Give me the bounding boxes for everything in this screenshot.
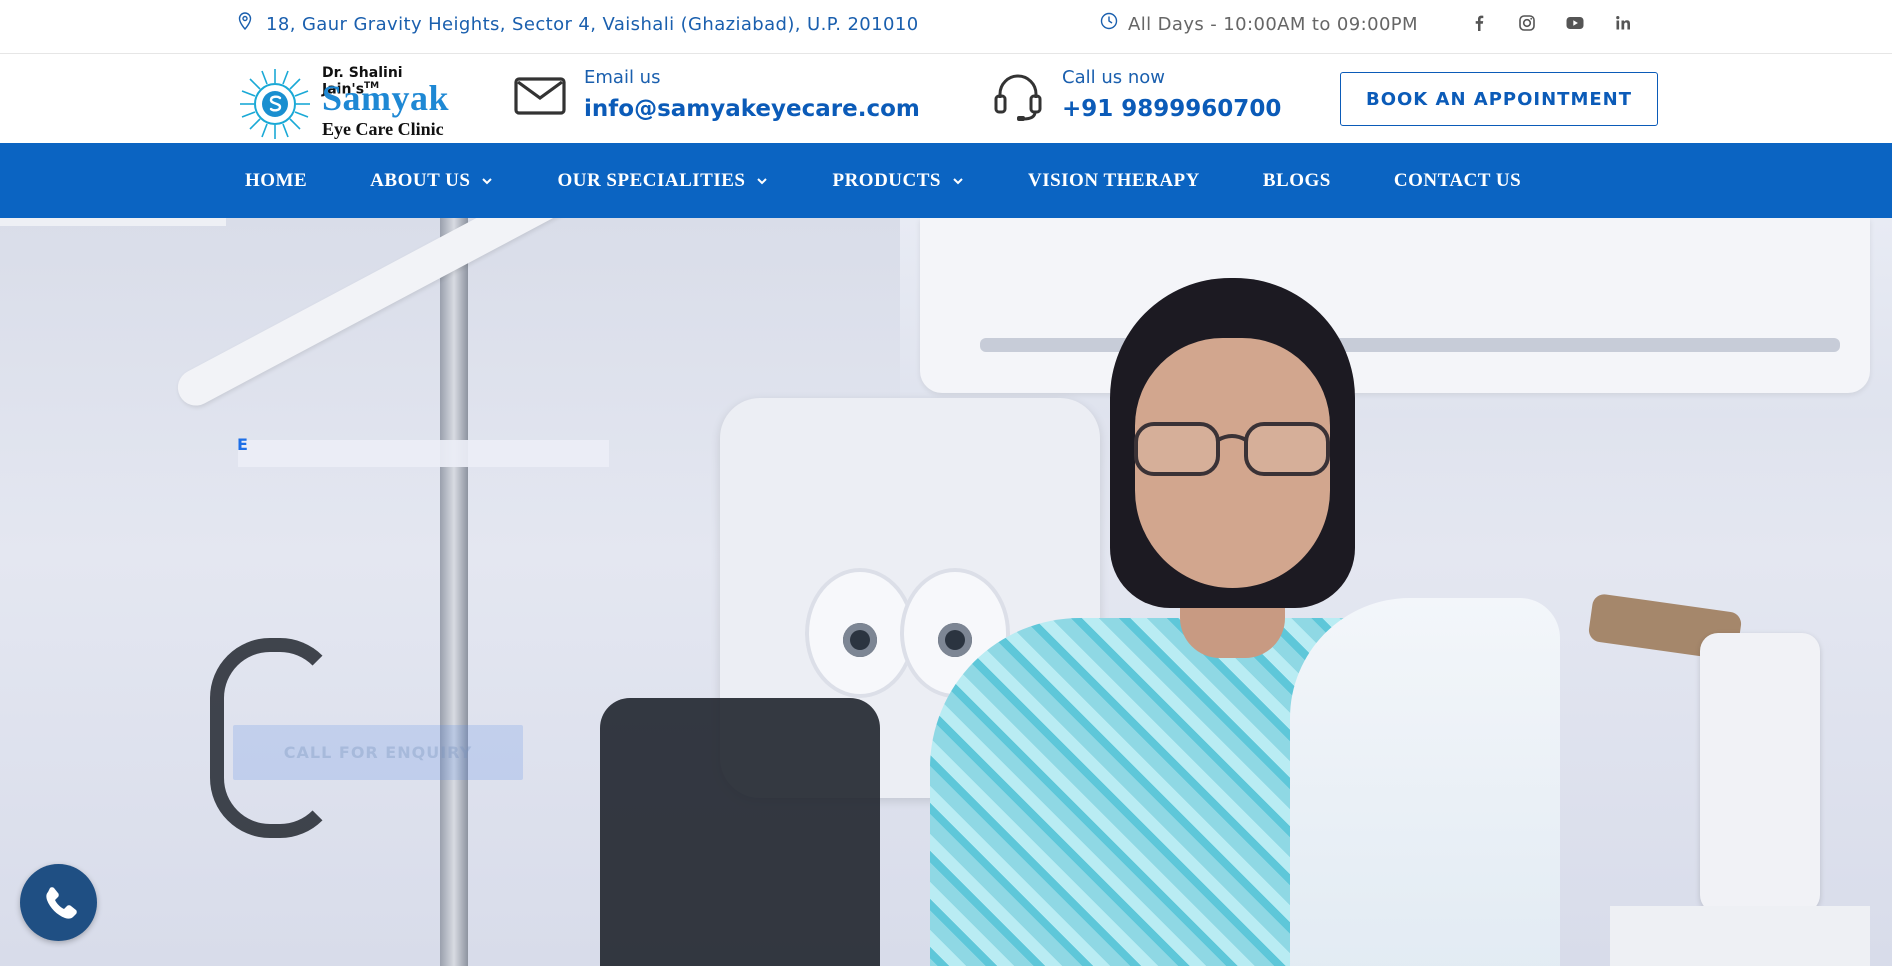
logo-subtitle: Eye Care Clinic (322, 119, 444, 139)
email-link[interactable]: info@samyakeyecare.com (584, 91, 920, 127)
nav-item-our-specialities[interactable]: OUR SPECIALITIES (557, 170, 769, 192)
envelope-icon (512, 68, 568, 124)
nav-item-home[interactable]: HOME (245, 170, 307, 192)
social-links (1468, 12, 1634, 34)
nav-specialities-label: OUR SPECIALITIES (557, 169, 746, 191)
hours-text: All Days - 10:00AM to 09:00PM (1128, 13, 1418, 35)
chevron-down-icon (480, 174, 494, 188)
book-appointment-button[interactable]: BOOK AN APPOINTMENT (1340, 72, 1658, 126)
nav-about-label: ABOUT US (370, 169, 471, 191)
site-header: Dr. Shalini Jain'sTM Samyak Eye Care Cli… (0, 55, 1892, 143)
hero-title-placeholder (238, 440, 609, 467)
nav-home-label: HOME (245, 169, 308, 191)
hero-slit-lamp (1587, 553, 1890, 966)
hero-doctor-dupatta (1290, 598, 1560, 966)
call-for-enquiry-button[interactable]: CALL FOR ENQUIRY (233, 725, 523, 780)
main-nav: HOME ABOUT US OUR SPECIALITIES PRODUCTS … (0, 143, 1892, 218)
phone-link[interactable]: +91 9899960700 (1062, 91, 1281, 127)
hours-block: All Days - 10:00AM to 09:00PM (1100, 12, 1418, 37)
nav-item-blogs[interactable]: BLOGS (1263, 170, 1331, 192)
chevron-down-icon (951, 174, 965, 188)
clock-icon (1100, 12, 1118, 37)
phone-contact[interactable]: Call us now +91 9899960700 (990, 65, 1281, 127)
floating-call-button[interactable] (20, 864, 97, 941)
hero-doctor-glasses (1134, 422, 1330, 476)
clinic-logo[interactable]: Dr. Shalini Jain'sTM Samyak Eye Care Cli… (238, 59, 458, 139)
hero-kicker: E (237, 435, 248, 454)
top-bar: 18, Gaur Gravity Heights, Sector 4, Vais… (0, 0, 1892, 54)
facebook-icon[interactable] (1468, 12, 1490, 34)
youtube-icon[interactable] (1564, 12, 1586, 34)
hero-slider: E CALL FOR ENQUIRY (0, 218, 1892, 966)
sun-emblem-icon (240, 69, 310, 139)
linkedin-icon[interactable] (1612, 12, 1634, 34)
hero-stand (600, 698, 880, 966)
hero-equipment-pole (440, 218, 468, 966)
nav-vision-label: VISION THERAPY (1027, 169, 1200, 191)
phone-label: Call us now (1062, 67, 1165, 88)
headset-icon (990, 68, 1046, 124)
hero-air-conditioner (920, 218, 1870, 393)
phone-icon (45, 886, 77, 919)
nav-blogs-label: BLOGS (1262, 169, 1331, 191)
email-label: Email us (584, 67, 661, 88)
hero-equipment-arm (171, 218, 648, 412)
chevron-down-icon (755, 174, 769, 188)
nav-item-products[interactable]: PRODUCTS (832, 170, 965, 192)
nav-contact-label: CONTACT US (1393, 169, 1522, 191)
nav-item-contact-us[interactable]: CONTACT US (1394, 170, 1521, 192)
nav-item-about-us[interactable]: ABOUT US (370, 170, 494, 192)
nav-products-label: PRODUCTS (832, 169, 941, 191)
address-block: 18, Gaur Gravity Heights, Sector 4, Vais… (238, 12, 919, 37)
instagram-icon[interactable] (1516, 12, 1538, 34)
location-pin-icon (238, 12, 252, 37)
nav-item-vision-therapy[interactable]: VISION THERAPY (1028, 170, 1200, 192)
email-contact[interactable]: Email us info@samyakeyecare.com (512, 65, 920, 127)
address-text: 18, Gaur Gravity Heights, Sector 4, Vais… (266, 13, 919, 35)
logo-brand-name: Samyak (322, 78, 450, 118)
hero-progress-ghost (0, 218, 226, 226)
